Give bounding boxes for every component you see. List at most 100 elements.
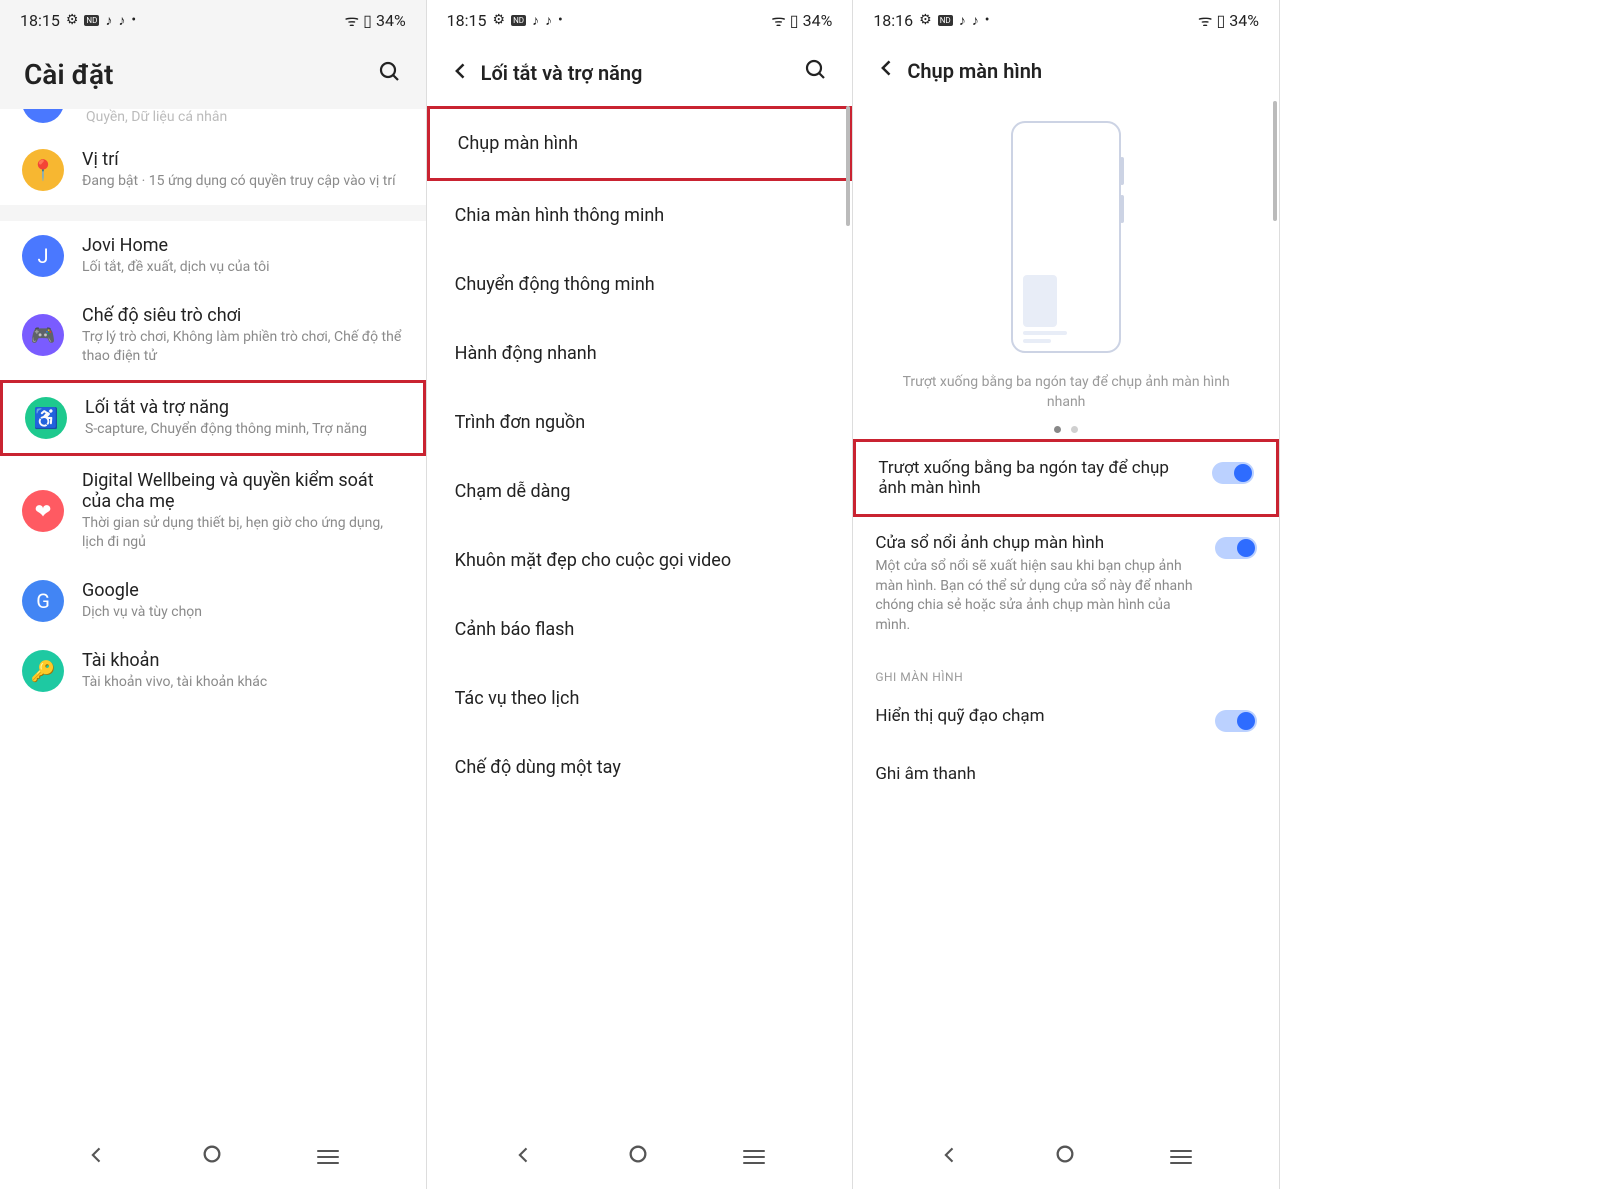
more-icon: • [985,12,990,28]
settings-item-sub: Tài khoản vivo, tài khoản khác [82,673,404,692]
setting-title: Hiển thị quỹ đạo chạm [875,706,1201,726]
settings-item-title: Google [82,580,404,601]
settings-item-icon: ♿ [25,397,67,439]
nd-icon: ND [938,15,953,26]
settings-item-icon: 📍 [22,149,64,191]
shortcut-item[interactable]: Chạm dễ dàng [427,457,853,526]
settings-item-sub: Trợ lý trò chơi, Không làm phiền trò chơ… [82,328,404,366]
shortcut-item[interactable]: Tác vụ theo lịch [427,664,853,733]
settings-item-icon: J [22,235,64,277]
settings-item[interactable]: G Google Dịch vụ và tùy chọn [0,566,426,636]
title-bar: Lối tắt và trợ năng [427,40,853,106]
settings-item-title: Lối tắt và trợ năng [85,397,401,418]
toggle-switch[interactable] [1212,462,1254,484]
gear-icon: ⚙ [919,12,932,28]
settings-item[interactable]: ❤ Digital Wellbeing và quyền kiểm soát củ… [0,456,426,566]
tiktok-icon: ♪ [105,12,112,29]
tiktok-icon-2: ♪ [118,12,125,29]
nav-back-icon[interactable] [940,1143,960,1171]
settings-item-icon: G [22,580,64,622]
phone-mockup [1011,121,1121,353]
shortcut-item[interactable]: Hành động nhanh [427,319,853,388]
shortcut-item[interactable]: Chuyển động thông minh [427,250,853,319]
settings-item[interactable]: 📍Vị tríĐang bật · 15 ứng dụng có quyền t… [0,135,426,205]
toggle-switch[interactable] [1215,537,1257,559]
setting-title: Cửa sổ nổi ảnh chụp màn hình [875,533,1201,553]
setting-title: Trượt xuống bằng ba ngón tay để chụp ảnh… [878,458,1198,498]
settings-item-title: Digital Wellbeing và quyền kiểm soát của… [82,470,404,512]
scrollbar[interactable] [1273,101,1277,221]
tiktok-icon: ♪ [959,12,966,29]
setting-row[interactable]: Ghi âm thanh [853,748,1279,800]
shortcut-item[interactable]: Chia màn hình thông minh [427,181,853,250]
nav-back-icon[interactable] [514,1143,534,1171]
settings-item-sub: Lối tắt, đề xuất, dịch vụ của tôi [82,258,404,277]
title-bar: Chụp màn hình [853,40,1279,101]
nav-home-icon[interactable] [1054,1143,1076,1171]
scrollbar[interactable] [846,106,850,226]
nav-back-icon[interactable] [87,1143,107,1171]
nd-icon: ND [511,15,526,26]
nav-home-icon[interactable] [627,1143,649,1171]
illustration-caption: Trượt xuống bằng ba ngón tay để chụp ảnh… [889,373,1243,412]
privacy-icon [22,109,64,123]
settings-item-sub: Quyền, Dữ liệu cá nhân [86,109,404,125]
setting-row[interactable]: Cửa sổ nổi ảnh chụp màn hình Một cửa sổ n… [853,517,1279,651]
nav-home-icon[interactable] [201,1143,223,1171]
title-bar: Cài đặt [0,40,426,109]
status-bar: 18:15 ⚙ ND ♪ ♪ • ᯤ ▯ 34% [427,0,853,40]
page-title: Cài đặt [24,58,113,91]
section-header: GHI MÀN HÌNH [853,652,1279,690]
nav-bar [427,1125,853,1189]
settings-item[interactable]: JJovi HomeLối tắt, đề xuất, dịch vụ của … [0,221,426,291]
setting-desc: Một cửa sổ nổi sẽ xuất hiện sau khi bạn … [875,557,1201,635]
back-icon[interactable] [877,58,897,83]
toggle-switch[interactable] [1215,710,1257,732]
shortcut-item[interactable]: Chụp màn hình [427,106,853,181]
back-icon[interactable] [451,61,471,86]
settings-item-sub: Thời gian sử dụng thiết bị, hẹn giờ cho … [82,514,404,552]
status-bar: 18:15 ⚙ ND ♪ ♪ • ᯤ ▯ 34% [0,0,426,40]
status-time: 18:16 [873,11,913,30]
settings-item-title: Vị trí [82,149,404,170]
status-bar: 18:16 ⚙ ND ♪ ♪ • ᯤ ▯ 34% [853,0,1279,40]
gear-icon: ⚙ [493,12,506,28]
status-time: 18:15 [447,11,487,30]
settings-item[interactable]: 🔑Tài khoảnTài khoản vivo, tài khoản khác [0,636,426,706]
nav-recents-icon[interactable] [317,1146,339,1168]
page-indicator[interactable] [1054,426,1078,433]
shortcut-item[interactable]: Cảnh báo flash [427,595,853,664]
search-icon[interactable] [804,58,828,88]
settings-item-icon: 🎮 [22,314,64,356]
page-title: Chụp màn hình [907,59,1042,83]
tiktok-icon-2: ♪ [545,12,552,29]
setting-row[interactable]: Trượt xuống bằng ba ngón tay để chụp ảnh… [853,439,1279,517]
settings-item-sub: S-capture, Chuyển động thông minh, Trợ n… [85,420,401,439]
settings-item-icon: ❤ [22,490,64,532]
shortcut-item[interactable]: Khuôn mặt đẹp cho cuộc gọi video [427,526,853,595]
settings-item-title: Tài khoản [82,650,404,671]
nav-recents-icon[interactable] [1170,1146,1192,1168]
gear-icon: ⚙ [66,12,79,28]
battery-pct: 34% [1229,11,1259,30]
battery-icon: ▯ [790,11,799,30]
search-icon[interactable] [378,60,402,90]
wifi-icon: ᯤ [1198,9,1213,31]
nav-bar [0,1125,426,1189]
wifi-icon: ᯤ [771,9,786,31]
nd-icon: ND [84,15,99,26]
page-title: Lối tắt và trợ năng [481,61,643,85]
status-time: 18:15 [20,11,60,30]
settings-item-privacy[interactable]: Quyền, Dữ liệu cá nhân [0,109,426,135]
shortcut-item[interactable]: Chế độ dùng một tay [427,733,853,802]
battery-pct: 34% [376,11,406,30]
settings-item[interactable]: 🎮Chế độ siêu trò chơiTrợ lý trò chơi, Kh… [0,291,426,380]
shortcut-item[interactable]: Trình đơn nguồn [427,388,853,457]
settings-item-sub: Dịch vụ và tùy chọn [82,603,404,622]
more-icon: • [558,12,563,28]
setting-row[interactable]: Hiển thị quỹ đạo chạm [853,690,1279,748]
wifi-icon: ᯤ [345,9,360,31]
settings-item[interactable]: ♿ Lối tắt và trợ năng S-capture, Chuyển độ… [0,380,426,456]
nav-recents-icon[interactable] [743,1146,765,1168]
setting-title: Ghi âm thanh [875,764,1257,784]
